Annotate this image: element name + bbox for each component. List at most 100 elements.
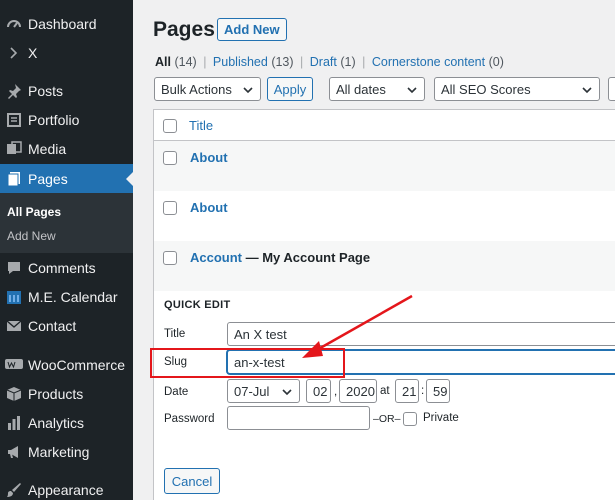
row-title-link[interactable]: About <box>190 150 228 165</box>
cancel-button[interactable]: Cancel <box>164 468 220 494</box>
admin-sidebar: Dashboard X Posts Portfolio Media Pages … <box>0 0 133 500</box>
portfolio-icon <box>4 112 24 128</box>
filter-published-count: (13) <box>271 55 294 69</box>
filter-separator: | <box>300 55 304 69</box>
select-all-checkbox[interactable] <box>163 119 177 133</box>
sidebar-item-label: Contact <box>28 318 77 334</box>
paintbrush-icon <box>4 482 24 498</box>
seo-score-filter-select[interactable]: All SEO Scores <box>434 77 600 101</box>
title-field-label: Title <box>164 328 186 340</box>
page-title: Pages <box>153 18 215 41</box>
or-separator: –OR– <box>373 413 401 425</box>
chevron-down-icon <box>243 87 253 94</box>
slug-field-label: Slug <box>164 356 188 368</box>
sidebar-item-marketing[interactable]: Marketing <box>0 439 133 465</box>
readability-filter-select[interactable] <box>608 77 615 101</box>
sidebar-item-comments[interactable]: Comments <box>0 255 133 281</box>
chevron-down-icon <box>282 389 292 396</box>
row-title-text: Account <box>190 250 242 265</box>
row-title-link[interactable]: About <box>190 200 228 215</box>
row-checkbox[interactable] <box>163 151 177 165</box>
sidebar-item-label: Portfolio <box>28 112 80 128</box>
sidebar-item-me-calendar[interactable]: M.E. Calendar <box>0 284 133 310</box>
apply-button[interactable]: Apply <box>267 77 313 101</box>
sidebar-item-posts[interactable]: Posts <box>0 78 133 104</box>
sidebar-item-label: Analytics <box>28 415 85 431</box>
chevron-down-icon <box>582 87 592 94</box>
time-colon: : <box>421 385 425 397</box>
sidebar-item-label: Comments <box>28 260 96 276</box>
pages-icon <box>4 171 24 187</box>
column-title-header[interactable]: Title <box>189 118 213 133</box>
filter-cornerstone-count: (0) <box>488 55 504 69</box>
filter-published[interactable]: Published <box>213 55 268 69</box>
sidebar-item-label: Products <box>28 386 84 402</box>
sidebar-item-label: X <box>28 45 38 61</box>
filter-draft-count: (1) <box>340 55 356 69</box>
bulk-actions-value: Bulk Actions <box>161 81 232 97</box>
row-checkbox[interactable] <box>163 251 177 265</box>
pin-icon <box>4 83 24 99</box>
add-new-button[interactable]: Add New <box>217 18 287 41</box>
private-checkbox[interactable] <box>403 412 417 426</box>
at-label: at <box>380 385 390 397</box>
comment-icon <box>4 260 24 276</box>
sidebar-item-label: Appearance <box>28 482 104 498</box>
date-filter-value: All dates <box>336 81 386 97</box>
mail-icon <box>4 318 24 334</box>
minute-field[interactable]: 59 <box>426 379 450 403</box>
sidebar-item-woocommerce[interactable]: WooCommerce <box>0 352 133 378</box>
sidebar-item-media[interactable]: Media <box>0 136 133 162</box>
filter-draft[interactable]: Draft <box>310 55 337 69</box>
filter-separator: | <box>203 55 207 69</box>
table-row: About <box>154 141 615 191</box>
sidebar-item-analytics[interactable]: Analytics <box>0 410 133 436</box>
filter-separator: | <box>362 55 366 69</box>
woocommerce-icon <box>4 358 24 372</box>
sidebar-item-label: WooCommerce <box>28 357 125 373</box>
bulk-actions-select[interactable]: Bulk Actions <box>154 77 261 101</box>
filter-all-count: (14) <box>174 55 197 69</box>
sidebar-item-label: Dashboard <box>28 16 97 32</box>
hour-field[interactable]: 21 <box>395 379 419 403</box>
slug-field[interactable]: an-x-test <box>227 350 615 374</box>
calendar-icon <box>4 289 24 305</box>
table-row: About <box>154 191 615 241</box>
products-icon <box>4 386 24 402</box>
filter-cornerstone[interactable]: Cornerstone content <box>372 55 485 69</box>
analytics-icon <box>4 415 24 431</box>
sidebar-item-x[interactable]: X <box>0 40 133 66</box>
sidebar-item-portfolio[interactable]: Portfolio <box>0 107 133 133</box>
sidebar-item-pages[interactable]: Pages <box>0 164 133 194</box>
date-filter-select[interactable]: All dates <box>329 77 425 101</box>
quick-edit-heading: QUICK EDIT <box>164 299 231 311</box>
password-field-label: Password <box>164 413 215 425</box>
title-field[interactable]: An X test <box>227 322 615 346</box>
row-title-link[interactable]: Account — My Account Page <box>190 250 370 265</box>
sidebar-item-label: Marketing <box>28 444 90 460</box>
month-value: 07-Jul <box>234 383 270 399</box>
filter-all[interactable]: All <box>155 55 171 69</box>
row-checkbox[interactable] <box>163 201 177 215</box>
submenu-item-all-pages[interactable]: All Pages <box>7 205 61 219</box>
year-field[interactable]: 2020 <box>339 379 377 403</box>
sidebar-item-products[interactable]: Products <box>0 381 133 407</box>
password-field[interactable] <box>227 406 370 430</box>
sidebar-item-dashboard[interactable]: Dashboard <box>0 11 133 37</box>
sidebar-item-appearance[interactable]: Appearance <box>0 477 133 500</box>
media-icon <box>4 141 24 157</box>
submenu-item-add-new[interactable]: Add New <box>7 229 56 243</box>
day-field[interactable]: 02 <box>306 379 331 403</box>
private-label: Private <box>423 412 459 424</box>
month-select[interactable]: 07-Jul <box>227 379 300 403</box>
megaphone-icon <box>4 444 24 460</box>
sidebar-item-contact[interactable]: Contact <box>0 313 133 339</box>
table-row: Account — My Account Page <box>154 241 615 291</box>
post-state: — My Account Page <box>242 250 371 265</box>
date-field-label: Date <box>164 386 189 398</box>
sidebar-item-label: Posts <box>28 83 64 99</box>
sidebar-item-label: M.E. Calendar <box>28 289 118 305</box>
date-comma: , <box>334 386 338 398</box>
pages-table: Title About About Account — My Account P… <box>153 109 615 500</box>
chevron-right-icon <box>4 46 24 60</box>
